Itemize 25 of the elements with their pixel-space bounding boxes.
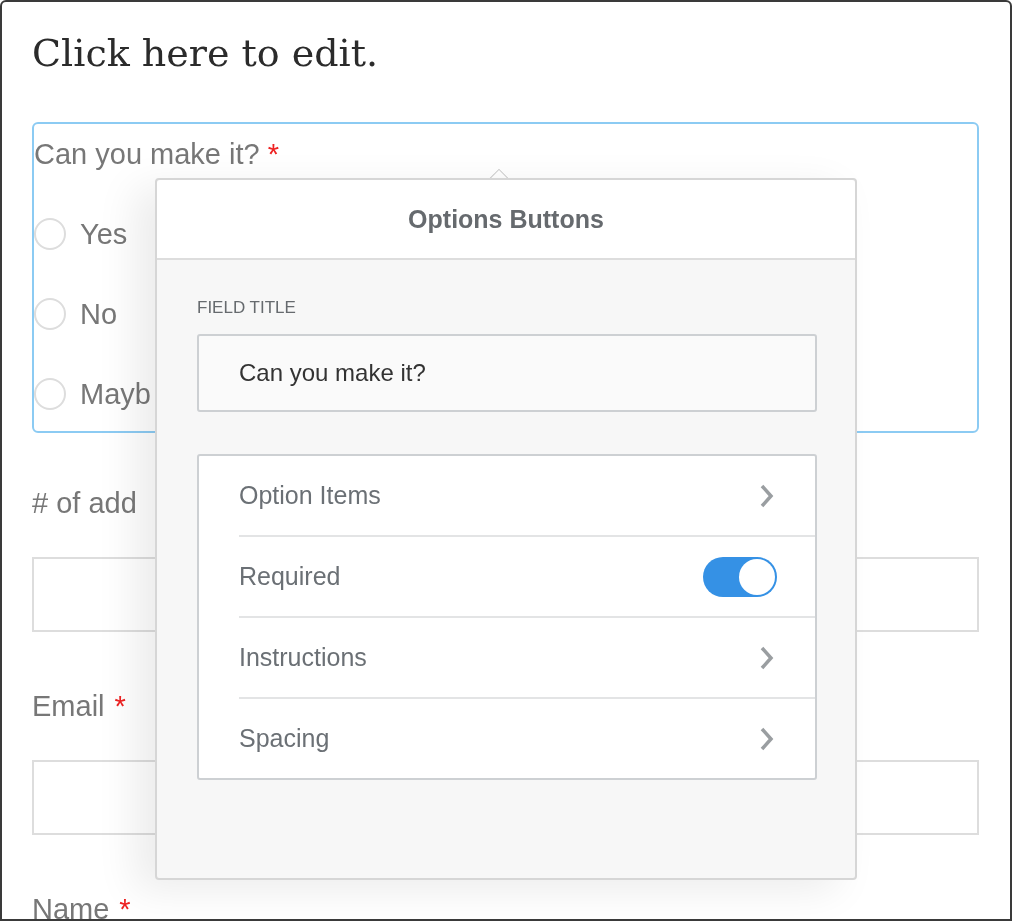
settings-item[interactable]: Spacing [239,724,330,753]
settings-item[interactable]: Option Items [239,481,381,510]
field-label: Email [32,689,105,724]
field-title-label: FIELD TITLE [197,297,297,319]
chevron-right-icon[interactable] [759,725,775,752]
required-asterisk: * [114,689,126,724]
settings-item[interactable]: Required [239,562,341,591]
settings-item[interactable]: Instructions [239,643,367,672]
required-asterisk: * [267,137,279,172]
field-label: Name [32,892,110,919]
toggle-switch[interactable] [703,556,777,597]
chevron-right-icon[interactable] [759,644,775,671]
radio-button[interactable] [34,298,66,330]
page-heading[interactable]: Click here to edit. [32,28,980,78]
chevron-right-icon[interactable] [759,482,775,509]
field-label: # of add [32,486,137,521]
field-title-input[interactable]: Can you make it? [197,334,817,412]
popover-title: Options Buttons [408,204,604,234]
radio-button[interactable] [34,218,66,250]
option-label: Yes [80,217,128,251]
option-label: Mayb [80,377,151,411]
required-asterisk: * [119,892,131,919]
radio-button[interactable] [34,378,66,410]
option-label: No [80,297,118,331]
question-label: Can you make it? [34,137,260,172]
